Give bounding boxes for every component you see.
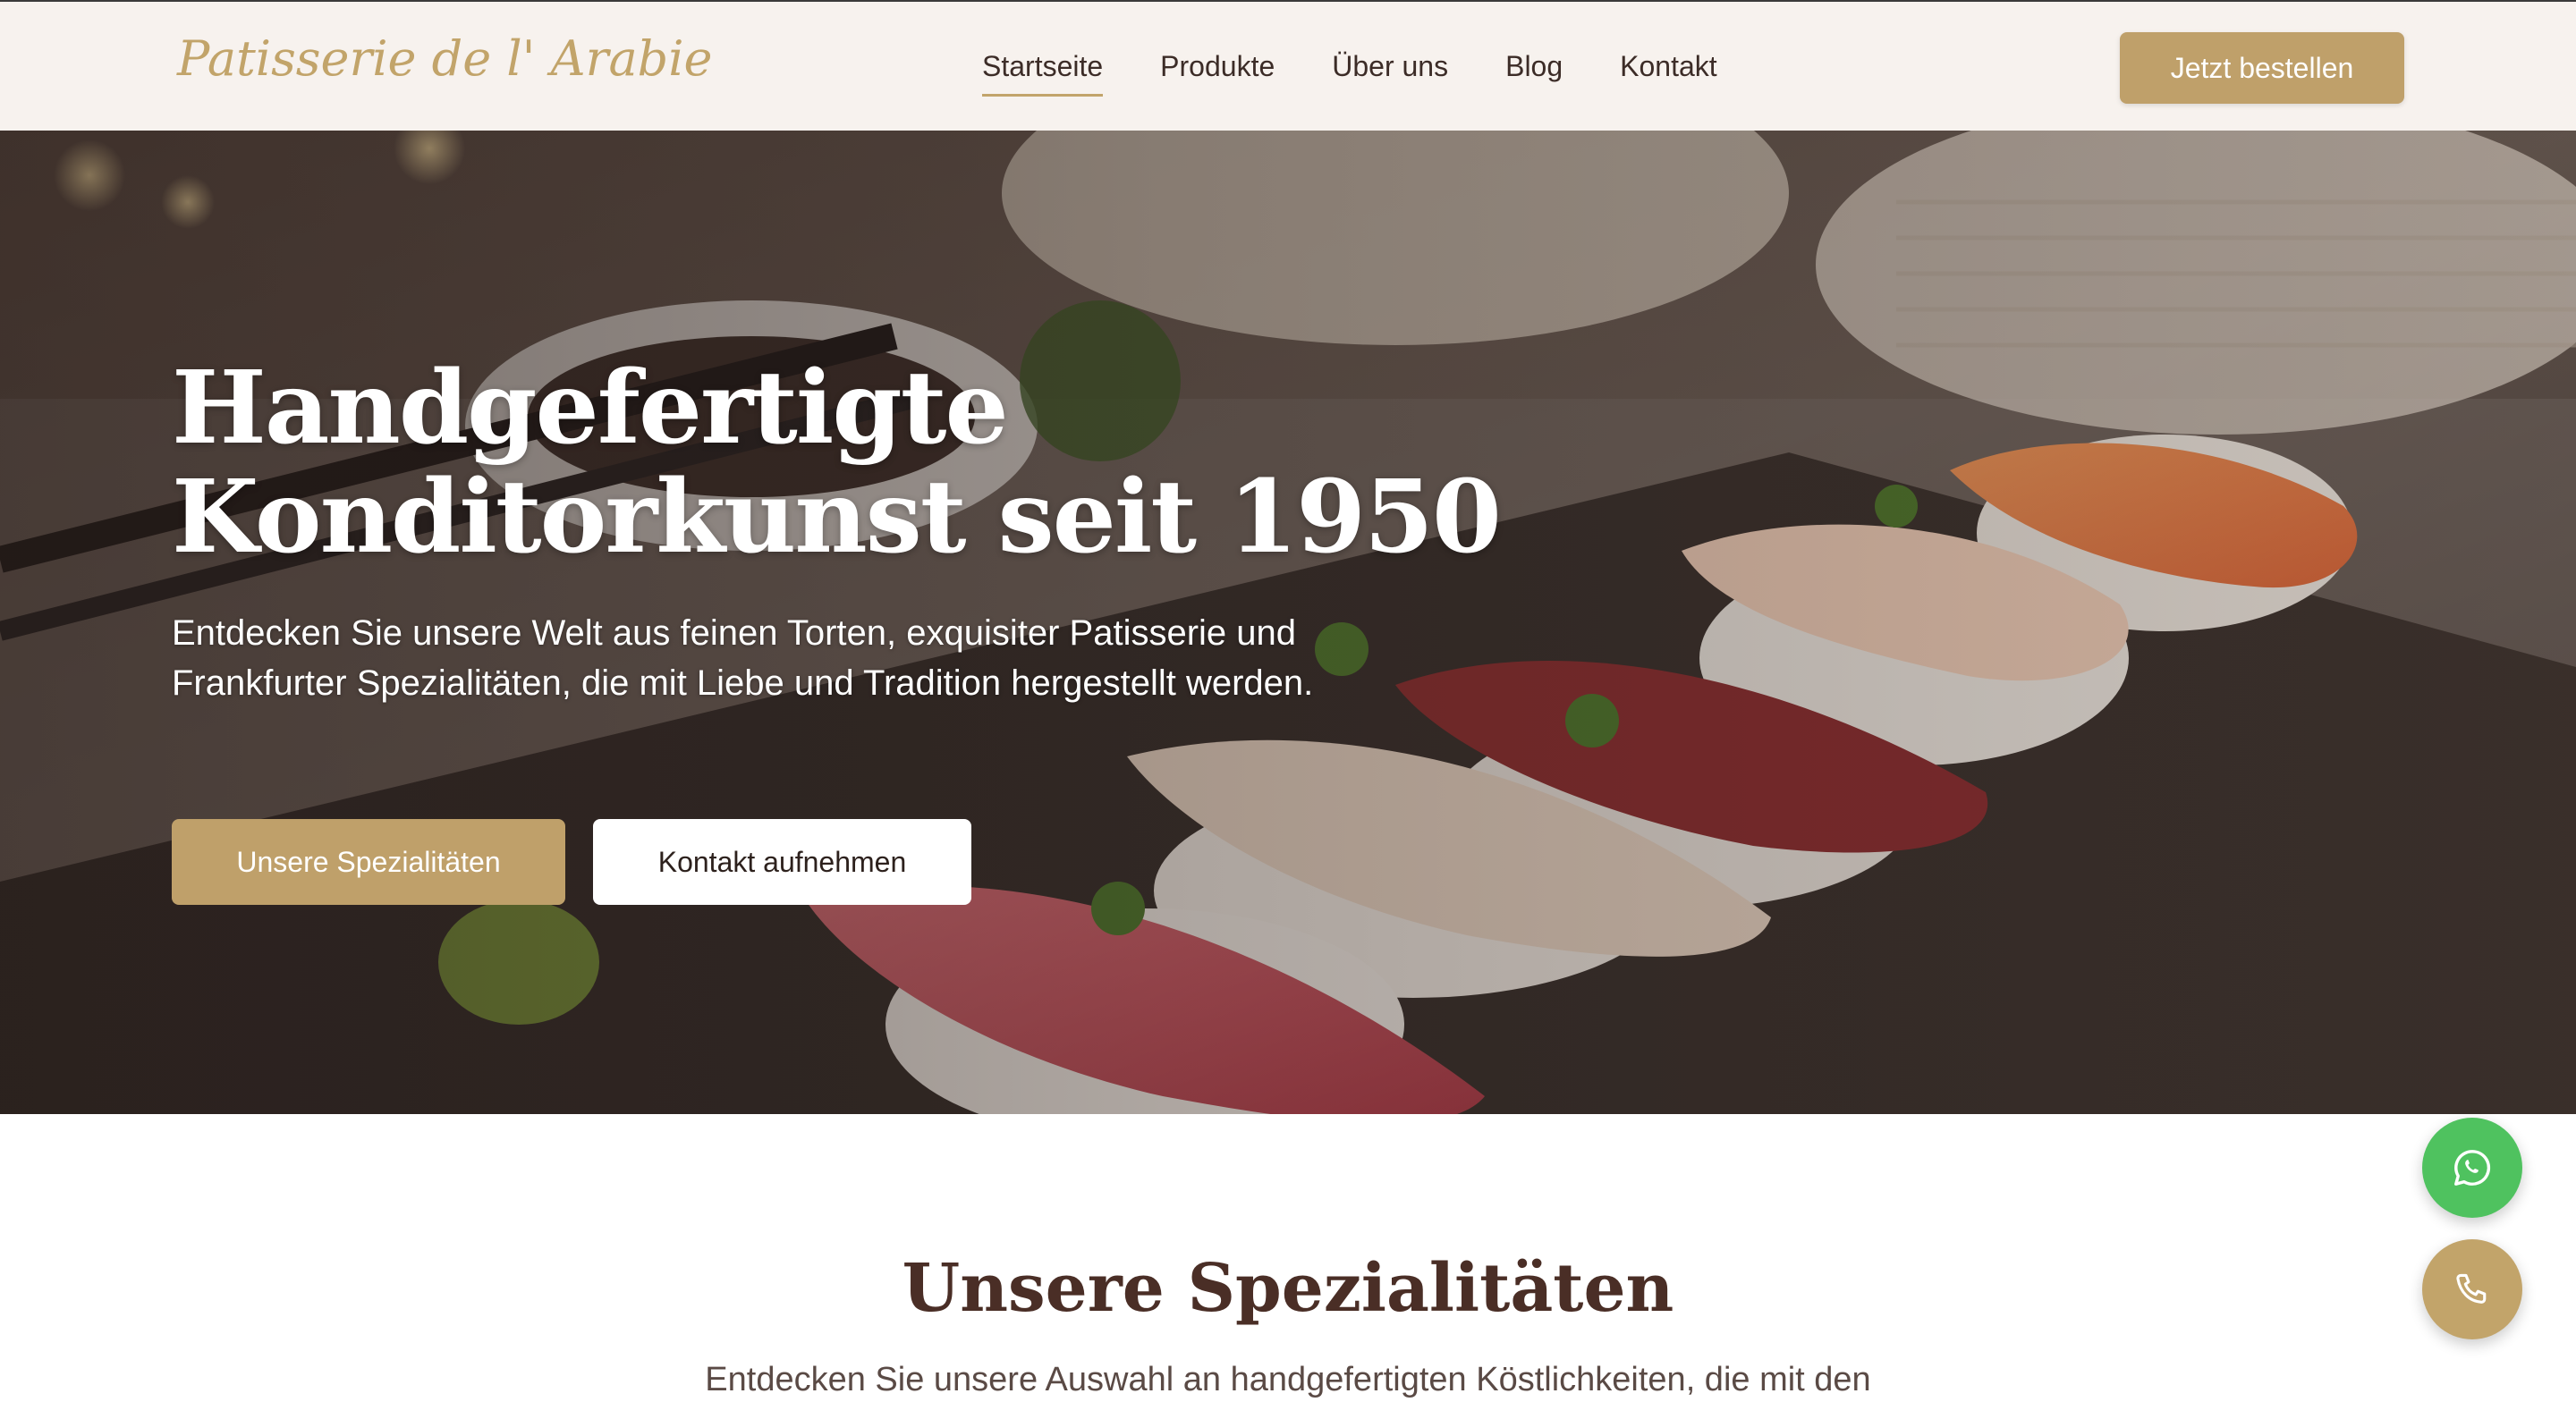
specialties-title: Unsere Spezialitäten — [902, 1250, 1674, 1327]
nav-item-kontakt[interactable]: Kontakt — [1620, 46, 1717, 97]
nav-item-produkte[interactable]: Produkte — [1160, 46, 1275, 97]
hero-subtitle: Entdecken Sie unsere Welt aus feinen Tor… — [172, 613, 1314, 703]
contact-button[interactable]: Kontakt aufnehmen — [593, 819, 971, 905]
order-now-button[interactable]: Jetzt bestellen — [2120, 32, 2404, 104]
main-nav: Startseite Produkte Über uns Blog Kontak… — [982, 46, 1717, 97]
phone-icon — [2456, 1273, 2487, 1304]
site-header: Patisserie de l' Arabie Startseite Produ… — [0, 0, 2576, 131]
nav-item-ueber-uns[interactable]: Über uns — [1332, 46, 1448, 97]
phone-button[interactable] — [2422, 1239, 2522, 1339]
nav-item-startseite[interactable]: Startseite — [982, 46, 1104, 97]
whatsapp-icon — [2454, 1150, 2491, 1186]
site-logo[interactable]: Patisserie de l' Arabie — [177, 30, 712, 87]
hero-title-line-1: Handgefertigte — [172, 350, 1009, 467]
hero-section: Handgefertigte Konditorkunst seit 1950 E… — [0, 131, 2576, 1114]
hero-title: Handgefertigte Konditorkunst seit 1950 — [172, 354, 1603, 572]
whatsapp-button[interactable] — [2422, 1118, 2522, 1218]
nav-item-blog[interactable]: Blog — [1505, 46, 1563, 97]
specialties-subtitle: Entdecken Sie unsere Auswahl an handgefe… — [705, 1361, 1871, 1398]
specialties-button[interactable]: Unsere Spezialitäten — [172, 819, 565, 905]
hero-title-line-2: Konditorkunst seit 1950 — [172, 459, 1502, 576]
